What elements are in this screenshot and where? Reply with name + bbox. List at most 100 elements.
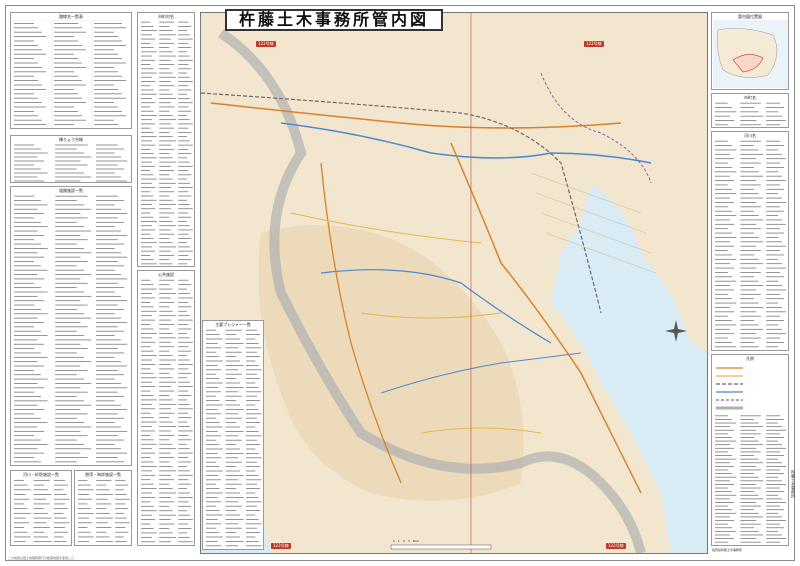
table-row-text (246, 382, 256, 384)
table-row-text (55, 339, 92, 341)
table-row-text (14, 352, 41, 354)
table-row-text (246, 466, 261, 467)
table-row-text (141, 350, 154, 352)
table-row-text (178, 246, 190, 248)
table-row-text (94, 27, 126, 29)
table-row-text (740, 505, 761, 507)
table-row-text (740, 197, 764, 199)
table-row-text (178, 528, 192, 529)
table-row-text (740, 250, 761, 251)
table-row-text (14, 115, 38, 117)
table-row-text (206, 479, 222, 481)
table-row-text (766, 484, 786, 485)
table-row-text (54, 36, 74, 37)
table-row-text (141, 514, 152, 516)
table-row-text (225, 413, 239, 415)
table-row-text (766, 188, 784, 190)
table-row-text (246, 439, 257, 441)
table-row-text (96, 160, 128, 162)
table-row-text (54, 494, 67, 495)
table-row-text (159, 426, 176, 427)
route-badge-se: 122号線 (606, 543, 626, 549)
table-row-text (715, 342, 733, 343)
table-row-text (715, 223, 735, 225)
table-row-text (766, 342, 784, 343)
table-row-text (96, 527, 112, 528)
table-row-text (141, 144, 156, 146)
table-row-text (96, 287, 125, 289)
table-row-text (159, 93, 173, 95)
table-row-text (766, 237, 779, 238)
table-row-text (96, 430, 128, 432)
table-row-text (78, 503, 88, 505)
table-row-text (715, 447, 735, 449)
table-row-text (715, 245, 735, 247)
table-row-text (159, 38, 171, 40)
table-row-text (14, 168, 41, 170)
river-list-table (715, 140, 786, 348)
table-row-text (715, 509, 733, 511)
table-row-text (178, 523, 189, 525)
table-row-text (54, 93, 78, 95)
table-row-text (14, 361, 38, 363)
table-row-text (206, 431, 218, 432)
table-row-text (715, 197, 730, 199)
table-row-text (14, 378, 48, 380)
table-row-text (766, 491, 784, 493)
table-row-text (141, 161, 152, 163)
table-row-text (141, 30, 157, 32)
table-row-text (178, 333, 187, 334)
table-row-text (14, 457, 35, 458)
table-row-text (55, 287, 77, 289)
table-row-text (766, 107, 784, 108)
table-row-text (141, 38, 156, 40)
table-row-text (178, 110, 192, 112)
table-row-text (159, 497, 171, 498)
table-row-text (96, 489, 110, 491)
table-row-text (178, 30, 187, 32)
table-row-text (159, 390, 175, 392)
jurisdiction-map[interactable]: 122号線 122号線 122号線 122号線 0 1 2 3 4km (200, 12, 708, 554)
table-row-text (246, 435, 262, 437)
table-row-text (766, 263, 783, 265)
table-row-text (14, 413, 35, 415)
table-row-text (14, 144, 35, 146)
table-row-text (159, 448, 176, 450)
table-row-text (54, 503, 65, 505)
table-row-text (96, 300, 128, 302)
table-row-text (766, 415, 781, 417)
table-row-text (14, 444, 48, 445)
table-row-text (159, 479, 175, 481)
table-row-text (96, 335, 115, 336)
table-row-text (96, 484, 107, 486)
table-row-text (740, 228, 761, 230)
table-row-text (246, 431, 259, 432)
table-row-text (159, 381, 176, 383)
table-row-text (225, 497, 244, 498)
table-row-text (96, 168, 125, 170)
table-row-text (225, 404, 240, 406)
table-row-text (766, 346, 779, 348)
table-row-text (14, 27, 38, 29)
table-row-text (715, 145, 733, 146)
table-row-text (54, 27, 82, 29)
table-row-text (740, 120, 757, 121)
table-row-text (178, 59, 193, 61)
table-row-text (96, 278, 128, 280)
table-row-text (715, 346, 737, 348)
table-row-text (740, 419, 755, 420)
table-row-text (766, 219, 783, 221)
river-facility-title: 河川・砂防施設一覧 (23, 472, 59, 477)
table-row-text (740, 307, 764, 308)
table-row-text (715, 512, 737, 514)
table-row-text (766, 523, 781, 525)
table-row-text (96, 213, 128, 214)
table-row-text (766, 254, 784, 256)
table-row-text (740, 333, 757, 335)
table-row-text (33, 517, 52, 519)
river-facility-panel: 河川・砂防施設一覧 (10, 470, 72, 546)
table-row-text (740, 433, 761, 435)
table-row-text (740, 280, 759, 282)
table-row-text (141, 199, 157, 201)
table-row-text (159, 42, 175, 44)
